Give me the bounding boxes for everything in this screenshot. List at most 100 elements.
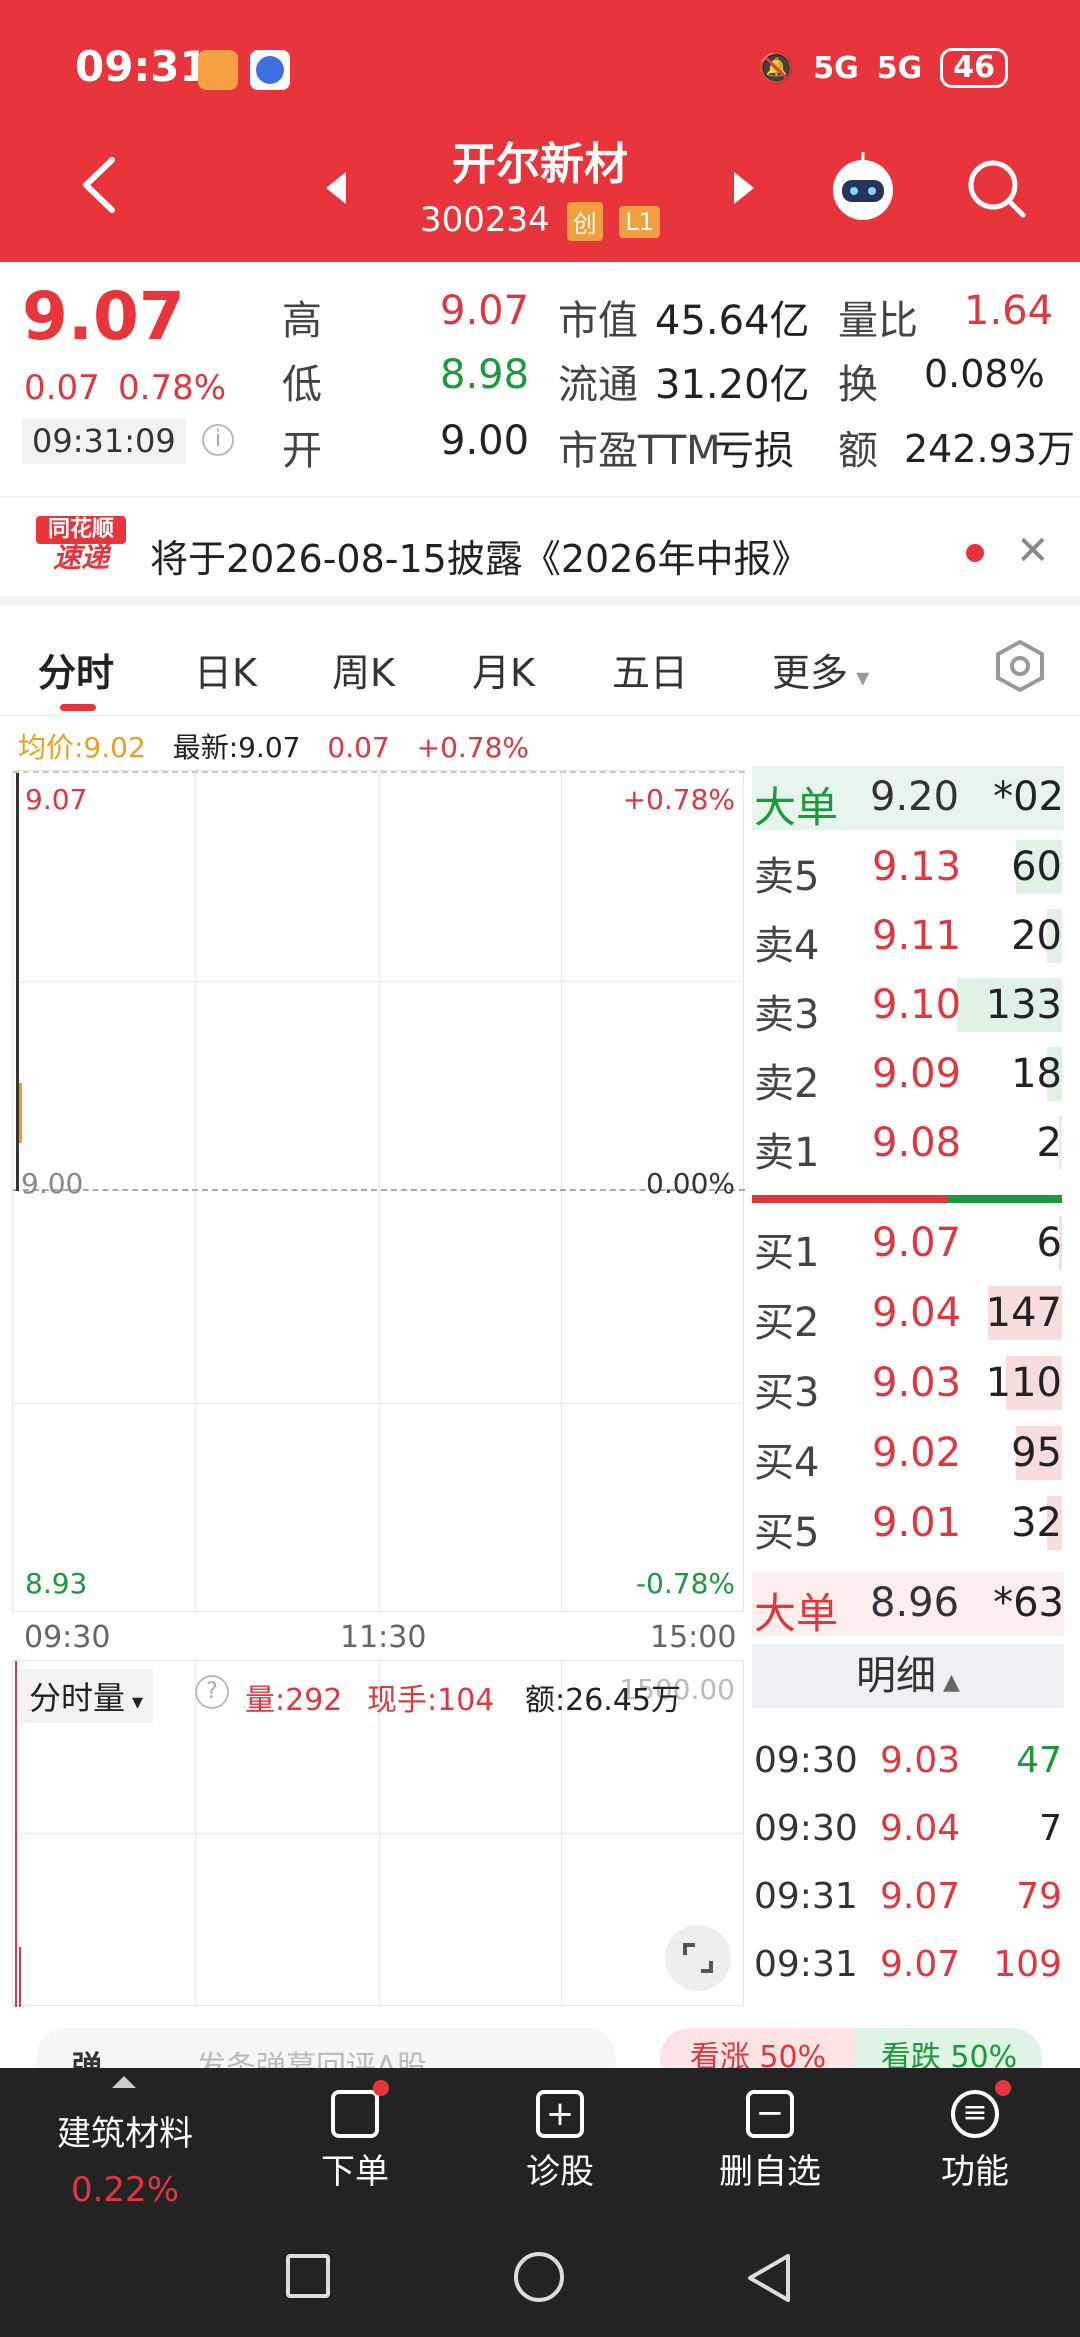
pe-value: 亏损 xyxy=(714,428,794,474)
order-price: 9.08 xyxy=(872,1120,962,1166)
detail-header[interactable]: 明细 ▲ xyxy=(752,1644,1064,1708)
order-volume: 20 xyxy=(1011,913,1062,959)
order-price: 9.10 xyxy=(872,982,962,1028)
big-buy-order[interactable]: 大单 8.96 *63 xyxy=(752,1572,1064,1638)
next-stock-icon[interactable] xyxy=(730,168,760,212)
fullscreen-icon[interactable] xyxy=(665,1925,731,1991)
tab-weekly-k[interactable]: 周K xyxy=(332,642,395,697)
last-price: 9.07 xyxy=(22,278,185,355)
order-price: 9.01 xyxy=(872,1500,962,1546)
notice-dot xyxy=(966,544,984,562)
info-icon[interactable]: i xyxy=(202,424,234,456)
bid-row[interactable]: 买5 9.01 32 xyxy=(752,1492,1062,1556)
help-icon[interactable]: ? xyxy=(195,1675,229,1709)
bid-row[interactable]: 买1 9.07 6 xyxy=(752,1212,1062,1276)
time-axis-mid: 11:30 xyxy=(340,1620,427,1655)
detail-volume: 47 xyxy=(1016,1740,1062,1781)
bid-row[interactable]: 买3 9.03 110 xyxy=(752,1352,1062,1416)
order-level-label: 卖3 xyxy=(754,992,820,1038)
bid-row[interactable]: 买4 9.02 95 xyxy=(752,1422,1062,1486)
settings-hexagon-icon[interactable] xyxy=(992,638,1048,698)
robot-assistant-icon[interactable] xyxy=(826,150,900,224)
ask-row[interactable]: 卖4 9.11 20 xyxy=(752,905,1062,969)
detail-time: 09:31 xyxy=(754,1944,858,1985)
order-volume: 110 xyxy=(985,1360,1062,1406)
order-level-label: 卖2 xyxy=(754,1061,820,1107)
tab-monthly-k[interactable]: 月K xyxy=(472,642,535,697)
big-buy-label: 大单 xyxy=(754,1589,839,1638)
tab-active-indicator xyxy=(60,704,96,711)
order-volume: 6 xyxy=(1036,1220,1062,1266)
notice-logo-bottom: 速递 xyxy=(52,541,109,574)
price-change: 0.07 xyxy=(24,368,100,408)
nav-place-order[interactable]: 下单 xyxy=(290,2080,420,2193)
recent-apps-icon[interactable] xyxy=(286,2254,330,2298)
detail-volume: 79 xyxy=(1016,1876,1062,1917)
status-time: 09:31 xyxy=(75,42,209,91)
intraday-price-chart[interactable]: 9.07 +0.78% 9.00 0.00% 8.93 -0.78% xyxy=(12,770,745,1613)
board-tag: 创 xyxy=(566,202,603,241)
stock-code: 300234 xyxy=(419,200,550,240)
system-back-icon[interactable] xyxy=(744,2250,794,2310)
bid-row[interactable]: 买2 9.04 147 xyxy=(752,1282,1062,1346)
sector-name[interactable]: 建筑材料 xyxy=(0,2106,250,2155)
nav-remove-label: 删自选 xyxy=(719,2152,821,2192)
notice-logo-top: 同花顺 xyxy=(36,516,126,544)
order-price: 9.07 xyxy=(872,1220,962,1266)
current-hand: 现手:104 xyxy=(367,1683,495,1718)
notice-text[interactable]: 将于2026-08-15披露《2026年中报》 xyxy=(150,528,810,583)
big-sell-order[interactable]: 大单 9.20 *02 xyxy=(752,766,1064,832)
battery-indicator: 46 xyxy=(940,48,1008,88)
nav-functions[interactable]: ≡ 功能 xyxy=(910,2080,1040,2193)
ask-row[interactable]: 卖2 9.09 18 xyxy=(752,1043,1062,1107)
axis-top-pct: +0.78% xyxy=(622,783,735,816)
notice-close-icon[interactable]: ✕ xyxy=(1016,528,1050,574)
nav-remove-watchlist[interactable]: − 删自选 xyxy=(700,2090,840,2193)
nav-diagnose[interactable]: + 诊股 xyxy=(495,2090,625,2193)
sector-expand-icon[interactable] xyxy=(112,2076,136,2088)
tab-five-day[interactable]: 五日 xyxy=(612,642,688,697)
time-axis-end: 15:00 xyxy=(650,1620,737,1655)
detail-price: 9.04 xyxy=(880,1808,961,1849)
detail-price: 9.07 xyxy=(880,1876,961,1917)
tab-daily-k[interactable]: 日K xyxy=(194,642,257,697)
status-bar: 09:31 🔕 5G 5G 46 xyxy=(0,0,1080,130)
search-icon[interactable] xyxy=(963,155,1029,221)
volume-chart[interactable]: 1500.00 分时量 ▾ ? 量:292 现手:104 额:26.45万 xyxy=(12,1660,745,2007)
volume-amount: 额:26.45万 xyxy=(525,1683,681,1718)
amount-value: 242.93万 xyxy=(904,427,1075,471)
order-level-label: 卖5 xyxy=(754,854,820,900)
heart-app-icon xyxy=(198,50,238,90)
tab-intraday[interactable]: 分时 xyxy=(38,642,114,697)
detail-time: 09:30 xyxy=(754,1740,858,1781)
top-header: 09:31 🔕 5G 5G 46 开尔新材 300234 创 L1 xyxy=(0,0,1080,262)
time-axis-start: 09:30 xyxy=(24,1620,111,1655)
price-change-pct: 0.78% xyxy=(118,368,227,408)
chart-info-line: 均价:9.02 最新:9.07 0.07 +0.78% xyxy=(18,726,529,766)
axis-top-price: 9.07 xyxy=(25,783,88,816)
mktcap-label: 市值 xyxy=(558,298,638,344)
low-label: 低 xyxy=(282,362,322,408)
big-sell-price: 9.20 xyxy=(870,774,960,820)
mktcap-value: 45.64亿 xyxy=(655,298,810,344)
detail-row: 09:30 9.03 47 xyxy=(752,1732,1062,1794)
browser-app-icon xyxy=(250,50,290,90)
volume-selector[interactable]: 分时量 ▾ xyxy=(19,1669,154,1723)
chart-tabs: 分时 日K 周K 月K 五日 更多 ▾ xyxy=(0,616,1080,716)
detail-time: 09:30 xyxy=(754,1808,858,1849)
ask-row[interactable]: 卖1 9.08 2 xyxy=(752,1112,1062,1176)
buy-sell-ratio-bar-green xyxy=(948,1195,1062,1203)
ask-row[interactable]: 卖3 9.10 133 xyxy=(752,974,1062,1038)
buy-sell-ratio-bar-red xyxy=(752,1195,948,1203)
pe-label: 市盈TTM xyxy=(558,428,721,474)
latest-price: 最新:9.07 xyxy=(172,731,301,764)
big-sell-vol: *02 xyxy=(993,774,1064,820)
ask-row[interactable]: 卖5 9.13 60 xyxy=(752,836,1062,900)
home-icon[interactable] xyxy=(514,2252,564,2302)
high-label: 高 xyxy=(282,298,322,344)
detail-price: 9.07 xyxy=(880,1944,961,1985)
axis-bottom-pct: -0.78% xyxy=(635,1567,735,1600)
tab-more[interactable]: 更多 ▾ xyxy=(772,642,869,697)
high-value: 9.07 xyxy=(440,288,530,334)
avg-price-line xyxy=(19,1083,22,1143)
